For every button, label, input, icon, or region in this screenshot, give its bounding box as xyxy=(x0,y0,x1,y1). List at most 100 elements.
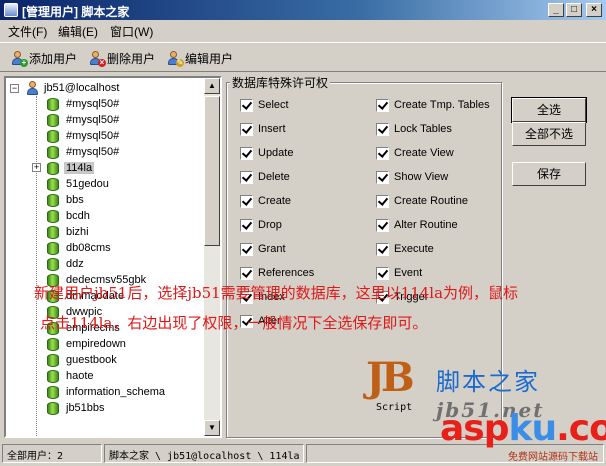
tree-item[interactable]: guestbook xyxy=(46,352,119,368)
add-user-button[interactable]: + 添加用户 xyxy=(10,48,77,68)
tree-item[interactable]: bcdh xyxy=(46,208,92,224)
permission-label: Execute xyxy=(394,243,434,255)
tree-scrollbar[interactable]: ▲ ▼ xyxy=(204,78,220,436)
checkbox-checked-icon[interactable] xyxy=(240,146,253,160)
menu-edit[interactable]: 编辑(E) xyxy=(58,23,98,40)
watermark-subtitle: 免费网站源码下载站 xyxy=(508,452,598,463)
permission-checkbox[interactable]: References xyxy=(240,266,314,280)
maximize-button[interactable]: □ xyxy=(566,3,582,17)
select-none-button[interactable]: 全部不选 xyxy=(512,122,586,146)
tree-item[interactable]: jb51bbs xyxy=(46,400,107,416)
tree-connector xyxy=(36,96,37,436)
tree-item[interactable]: 114la xyxy=(46,160,95,176)
tree-item-label: jb51bbs xyxy=(66,402,105,414)
tree-item[interactable]: empiredown xyxy=(46,336,128,352)
checkbox-checked-icon[interactable] xyxy=(240,170,253,184)
menu-window[interactable]: 窗口(W) xyxy=(110,23,153,40)
menu-file[interactable]: 文件(F) xyxy=(8,23,47,40)
tree-item[interactable]: 51gedou xyxy=(46,176,111,192)
delete-user-button[interactable]: × 删除用户 xyxy=(88,48,155,68)
checkbox-checked-icon[interactable] xyxy=(376,170,389,184)
add-user-icon: + xyxy=(10,50,28,67)
watermark-brand: aspku.com xyxy=(440,408,606,449)
tree-item[interactable]: #mysql50# xyxy=(46,144,121,160)
checkbox-checked-icon[interactable] xyxy=(376,218,389,232)
database-tree[interactable]: − jb51@localhost #mysql50# #mysql50# #mysq… xyxy=(4,76,222,438)
checkbox-checked-icon[interactable] xyxy=(376,266,389,280)
close-button[interactable]: × xyxy=(586,3,602,17)
permission-checkbox[interactable]: Create xyxy=(240,194,291,208)
save-button[interactable]: 保存 xyxy=(512,162,586,186)
checkbox-checked-icon[interactable] xyxy=(240,218,253,232)
tree-item[interactable]: db08cms xyxy=(46,240,113,256)
minimize-button[interactable]: _ xyxy=(548,3,564,17)
permission-checkbox[interactable]: Select xyxy=(240,98,289,112)
main-window: [管理用户] 脚本之家 _ □ × 文件(F) 编辑(E) 窗口(W) + 添加… xyxy=(0,0,606,466)
permission-checkbox[interactable]: Show View xyxy=(376,170,448,184)
permission-checkbox[interactable]: Lock Tables xyxy=(376,122,452,136)
permission-checkbox[interactable]: Create Routine xyxy=(376,194,468,208)
permission-checkbox[interactable]: Delete xyxy=(240,170,290,184)
database-icon xyxy=(46,369,60,384)
database-icon xyxy=(46,353,60,368)
permission-checkbox[interactable]: Create Tmp. Tables xyxy=(376,98,490,112)
tree-item-label: information_schema xyxy=(66,386,166,398)
tree-item-label: #mysql50# xyxy=(66,146,120,158)
scroll-thumb[interactable] xyxy=(204,96,220,246)
scroll-up-button[interactable]: ▲ xyxy=(204,78,220,94)
permission-checkbox[interactable]: Drop xyxy=(240,218,282,232)
tree-item[interactable]: #mysql50# xyxy=(46,112,121,128)
checkbox-checked-icon[interactable] xyxy=(376,242,389,256)
tree-root-label: jb51@localhost xyxy=(44,82,120,94)
tree-item[interactable]: #mysql50# xyxy=(46,128,121,144)
permission-label: Insert xyxy=(258,123,286,135)
database-icon xyxy=(46,129,60,144)
add-user-label: 添加用户 xyxy=(29,51,78,66)
scroll-down-button[interactable]: ▼ xyxy=(204,420,220,436)
database-icon xyxy=(46,113,60,128)
checkbox-checked-icon[interactable] xyxy=(376,146,389,160)
permission-label: Create View xyxy=(394,147,454,159)
tree-item-label: bbs xyxy=(66,194,84,206)
tree-item[interactable]: bizhi xyxy=(46,224,91,240)
permission-checkbox[interactable]: Alter Routine xyxy=(376,218,458,232)
permission-checkbox[interactable]: Grant xyxy=(240,242,286,256)
permission-label: Alter Routine xyxy=(394,219,458,231)
tree-item-label: bizhi xyxy=(66,226,89,238)
permission-label: Delete xyxy=(258,171,290,183)
user-icon xyxy=(25,80,41,96)
database-icon xyxy=(46,337,60,352)
tree-item[interactable]: information_schema xyxy=(46,384,167,400)
database-icon xyxy=(46,177,60,192)
permission-checkbox[interactable]: Insert xyxy=(240,122,286,136)
permission-checkbox[interactable]: Update xyxy=(240,146,293,160)
checkbox-checked-icon[interactable] xyxy=(240,194,253,208)
checkbox-checked-icon[interactable] xyxy=(376,98,389,112)
collapse-toggle[interactable]: − xyxy=(10,83,19,93)
permission-label: Select xyxy=(258,99,289,111)
checkbox-checked-icon[interactable] xyxy=(240,122,253,136)
permission-checkbox[interactable]: Event xyxy=(376,266,422,280)
permission-label: Create Tmp. Tables xyxy=(394,99,490,111)
tree-item-label: empiredown xyxy=(66,338,126,350)
tree-item[interactable]: ddz xyxy=(46,256,86,272)
checkbox-checked-icon[interactable] xyxy=(376,122,389,136)
edit-user-button[interactable]: ✎ 编辑用户 xyxy=(166,48,233,68)
permission-checkbox[interactable]: Create View xyxy=(376,146,454,160)
delete-user-label: 删除用户 xyxy=(107,51,156,66)
tree-item[interactable]: bbs xyxy=(46,192,86,208)
title-bar[interactable]: [管理用户] 脚本之家 _ □ × xyxy=(0,0,606,20)
tree-item[interactable]: haote xyxy=(46,368,96,384)
tree-item[interactable]: #mysql50# xyxy=(46,96,121,112)
checkbox-checked-icon[interactable] xyxy=(240,98,253,112)
checkbox-checked-icon[interactable] xyxy=(240,242,253,256)
status-path: 脚本之家 \ jb51@localhost \ 114la xyxy=(104,444,304,463)
permission-label: References xyxy=(258,267,315,279)
tree-root[interactable]: − jb51@localhost xyxy=(10,80,119,96)
checkbox-checked-icon[interactable] xyxy=(240,266,253,280)
expand-toggle[interactable]: + xyxy=(32,163,41,172)
select-all-button[interactable]: 全选 xyxy=(511,97,587,123)
checkbox-checked-icon[interactable] xyxy=(376,194,389,208)
permission-checkbox[interactable]: Execute xyxy=(376,242,434,256)
database-icon xyxy=(46,145,60,160)
